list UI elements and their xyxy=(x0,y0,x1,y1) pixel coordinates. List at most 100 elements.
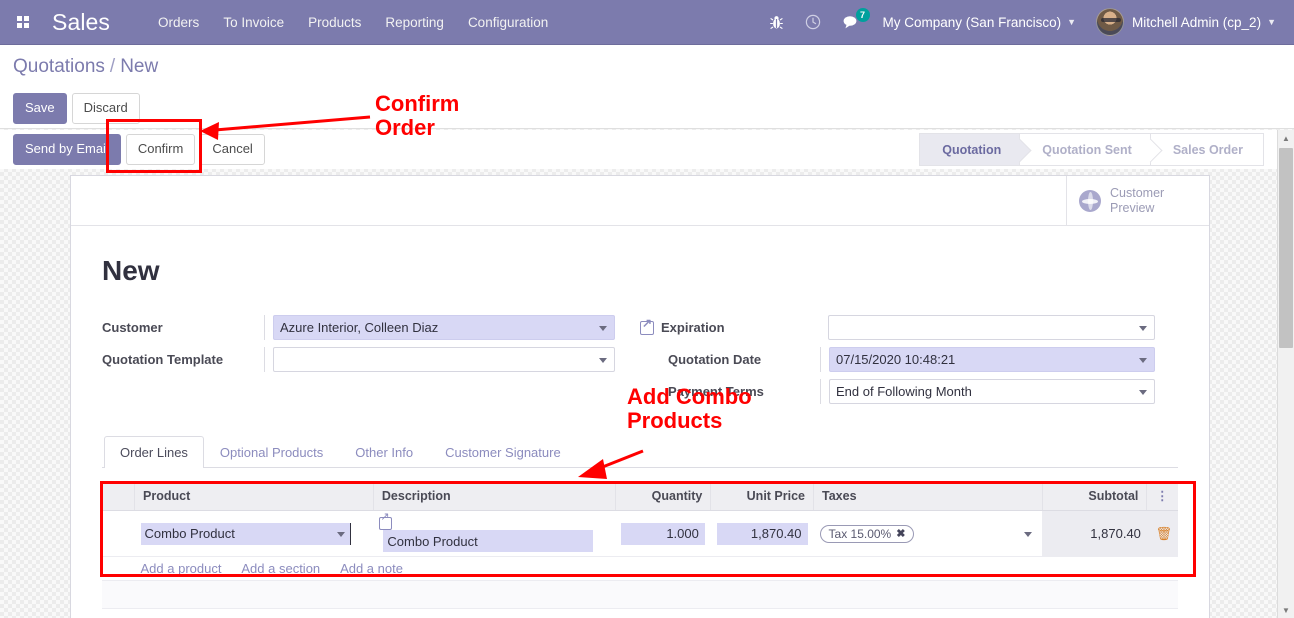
app-brand-sales[interactable]: Sales xyxy=(46,0,124,45)
top-navbar: Sales Orders To Invoice Products Reporti… xyxy=(0,0,1294,45)
tab-order-lines[interactable]: Order Lines xyxy=(104,436,204,468)
tab-customer-signature[interactable]: Customer Signature xyxy=(429,436,577,468)
breadcrumb-current: New xyxy=(120,56,158,77)
field-label-quotation-template: Quotation Template xyxy=(102,352,264,367)
tab-other-info[interactable]: Other Info xyxy=(339,436,429,468)
field-divider xyxy=(820,347,821,372)
unit-price-input[interactable] xyxy=(717,523,808,545)
menu-item-products[interactable]: Products xyxy=(296,0,373,45)
column-product: Product xyxy=(135,481,374,511)
field-value-quotation-date xyxy=(829,347,1155,372)
sheet-body: New Customer Quotation Template xyxy=(71,226,1209,609)
stage-quotation[interactable]: Quotation xyxy=(919,133,1019,166)
expiration-input[interactable] xyxy=(828,315,1155,340)
breadcrumb-root[interactable]: Quotations xyxy=(13,56,105,77)
add-a-section-link[interactable]: Add a section xyxy=(241,561,320,576)
breadcrumb-bar: Quotations/New xyxy=(0,45,1294,89)
customer-preview-line1: Customer xyxy=(1110,186,1164,200)
scroll-up-icon[interactable]: ▲ xyxy=(1278,130,1294,146)
column-description: Description xyxy=(373,481,615,511)
save-button[interactable]: Save xyxy=(13,93,67,123)
status-pipeline: Quotation Quotation Sent Sales Order xyxy=(919,133,1264,166)
field-label-payment-terms: Payment Terms xyxy=(640,384,820,399)
customer-preview-line2: Preview xyxy=(1110,201,1154,215)
menu-item-to-invoice[interactable]: To Invoice xyxy=(211,0,296,45)
company-switcher[interactable]: My Company (San Francisco) ▼ xyxy=(873,0,1086,45)
vertical-scrollbar[interactable]: ▲ ▼ xyxy=(1277,130,1294,618)
field-value-expiration xyxy=(828,315,1155,340)
field-label-customer: Customer xyxy=(102,320,264,335)
column-options-icon[interactable]: ⋮ xyxy=(1147,481,1178,511)
column-handle xyxy=(102,481,135,511)
trash-icon[interactable]: 🗑 xyxy=(1155,526,1172,541)
cell-taxes[interactable]: Tax 15.00% ✖ xyxy=(814,511,1043,557)
add-links-row: Add a product Add a section Add a note xyxy=(102,557,1178,581)
column-subtotal: Subtotal xyxy=(1042,481,1147,511)
add-links-cell: Add a product Add a section Add a note xyxy=(135,557,1178,581)
messages-icon[interactable]: 7 xyxy=(832,0,873,45)
breadcrumb: Quotations/New xyxy=(13,56,158,78)
field-value-payment-terms xyxy=(829,379,1155,404)
add-links-spacer xyxy=(102,557,135,581)
form-fields-grid: Customer Quotation Template xyxy=(102,315,1178,411)
field-value-quotation-template xyxy=(273,347,615,372)
globe-icon xyxy=(1079,190,1101,212)
send-by-email-button[interactable]: Send by Email xyxy=(13,134,121,164)
field-value-customer xyxy=(273,315,615,340)
scroll-down-icon[interactable]: ▼ xyxy=(1278,602,1294,618)
field-payment-terms-row: Payment Terms xyxy=(640,379,1155,404)
column-taxes: Taxes xyxy=(814,481,1043,511)
cancel-button[interactable]: Cancel xyxy=(200,134,264,164)
cell-description[interactable] xyxy=(373,511,615,557)
stage-quotation-sent[interactable]: Quotation Sent xyxy=(1019,133,1150,166)
edit-action-bar: Save Discard xyxy=(0,89,1294,129)
vertical-dots-icon[interactable]: ⋮ xyxy=(1156,489,1170,503)
external-link-icon[interactable] xyxy=(640,321,654,335)
column-quantity: Quantity xyxy=(615,481,711,511)
messages-count-badge: 7 xyxy=(856,8,870,22)
chevron-down-icon xyxy=(1024,532,1032,537)
order-lines-footer-strip xyxy=(102,581,1178,609)
field-quotation-template-row: Quotation Template xyxy=(102,347,615,372)
quotation-date-input[interactable] xyxy=(829,347,1155,372)
cell-quantity[interactable] xyxy=(615,511,711,557)
column-unit-price: Unit Price xyxy=(711,481,814,511)
scrollbar-thumb[interactable] xyxy=(1279,148,1293,348)
form-column-left: Customer Quotation Template xyxy=(102,315,615,411)
cell-product[interactable] xyxy=(135,511,374,557)
field-divider xyxy=(820,379,821,404)
internal-link-icon[interactable] xyxy=(379,517,392,530)
bug-icon[interactable] xyxy=(759,0,794,45)
confirm-button[interactable]: Confirm xyxy=(126,134,196,164)
tax-tag[interactable]: Tax 15.00% ✖ xyxy=(820,525,915,543)
cell-delete[interactable]: 🗑 xyxy=(1147,511,1178,557)
cell-subtotal: 1,870.40 xyxy=(1042,511,1147,557)
menu-item-configuration[interactable]: Configuration xyxy=(456,0,560,45)
quotation-template-input[interactable] xyxy=(273,347,615,372)
close-icon[interactable]: ✖ xyxy=(896,527,905,540)
clock-icon[interactable] xyxy=(794,0,832,45)
quantity-input[interactable] xyxy=(621,523,705,545)
customer-input[interactable] xyxy=(273,315,615,340)
product-input[interactable] xyxy=(141,523,352,545)
menu-item-orders[interactable]: Orders xyxy=(146,0,211,45)
discard-button[interactable]: Discard xyxy=(72,93,140,123)
field-label-quotation-date: Quotation Date xyxy=(640,352,820,367)
avatar xyxy=(1096,8,1124,36)
form-column-right: Expiration Quotation Date xyxy=(615,315,1155,411)
customer-preview-button[interactable]: Customer Preview xyxy=(1066,176,1209,225)
notebook: Order Lines Optional Products Other Info… xyxy=(102,436,1178,609)
user-menu[interactable]: Mitchell Admin (cp_2) ▼ xyxy=(1086,0,1286,45)
apps-grid-icon[interactable] xyxy=(0,16,46,28)
stage-sales-order[interactable]: Sales Order xyxy=(1150,133,1264,166)
tab-optional-products[interactable]: Optional Products xyxy=(204,436,339,468)
row-handle-cell[interactable] xyxy=(102,511,135,557)
payment-terms-input[interactable] xyxy=(829,379,1155,404)
description-input[interactable] xyxy=(383,530,593,552)
add-a-note-link[interactable]: Add a note xyxy=(340,561,403,576)
add-a-product-link[interactable]: Add a product xyxy=(141,561,222,576)
page-title: New xyxy=(102,255,1178,287)
menu-item-reporting[interactable]: Reporting xyxy=(373,0,456,45)
field-divider xyxy=(264,347,265,372)
cell-unit-price[interactable] xyxy=(711,511,814,557)
